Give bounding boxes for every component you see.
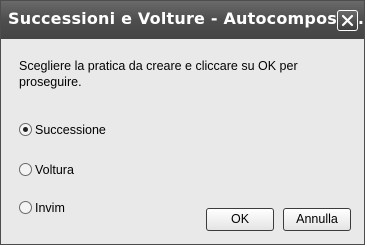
window-title: Successioni e Volture - Autocomposizi... xyxy=(8,9,367,28)
close-icon xyxy=(341,14,354,27)
radio-label-voltura[interactable]: Voltura xyxy=(35,162,74,178)
radio-successione[interactable] xyxy=(19,123,32,136)
dialog-window: Successioni e Volture - Autocomposizi...… xyxy=(0,0,367,245)
title-bar[interactable]: Successioni e Volture - Autocomposizi... xyxy=(1,1,367,39)
close-button[interactable] xyxy=(337,10,358,31)
radio-label-successione[interactable]: Successione xyxy=(35,122,106,138)
ok-button[interactable]: OK xyxy=(206,208,274,231)
instruction-text: Scegliere la pratica da creare e cliccar… xyxy=(19,59,298,89)
radio-voltura[interactable] xyxy=(19,163,32,176)
radio-label-invim[interactable]: Invim xyxy=(35,200,65,216)
radio-invim[interactable] xyxy=(19,201,32,214)
cancel-button[interactable]: Annulla xyxy=(283,208,351,231)
